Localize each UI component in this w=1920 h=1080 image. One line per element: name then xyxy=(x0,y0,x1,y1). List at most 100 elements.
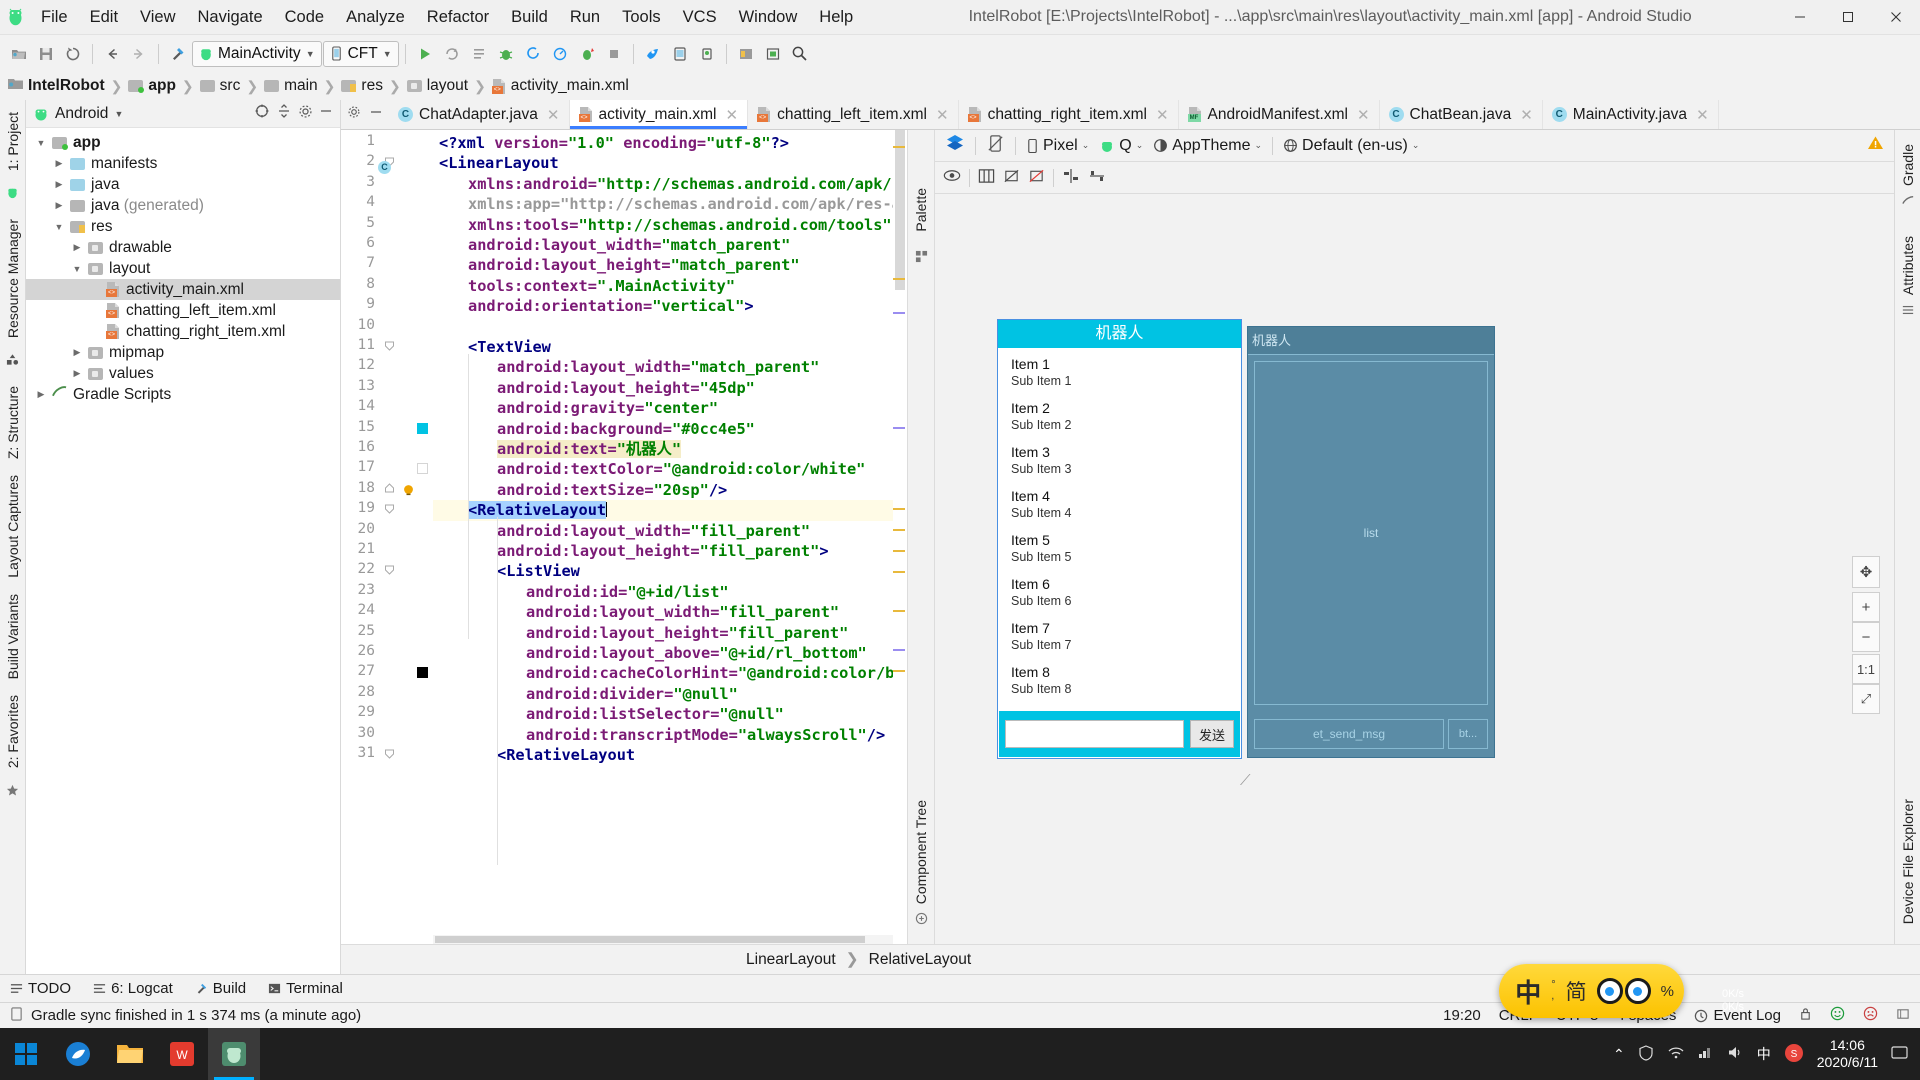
taskbar-file-explorer-icon[interactable] xyxy=(104,1028,156,1080)
preview-list-item[interactable]: Item 6 Sub Item 6 xyxy=(999,569,1240,613)
editor-gutter[interactable]: 1 2 C 3 4 5 6 7 8 9 10 11 12 13 14 15 16 17 18 19 20 21 22 23 24… xyxy=(341,130,433,944)
code-line[interactable]: android:layout_height="fill_parent"> xyxy=(433,541,907,561)
feedback-sad-icon[interactable] xyxy=(1863,1006,1878,1025)
code-line[interactable]: android:layout_width="fill_parent" xyxy=(433,602,907,622)
feedback-happy-icon[interactable] xyxy=(1830,1006,1845,1025)
code-line[interactable]: android:divider="@null" xyxy=(433,684,907,704)
code-line[interactable]: android:background="#0cc4e5" xyxy=(433,419,907,439)
clear-constraints-icon[interactable] xyxy=(1003,168,1020,188)
palette-tab[interactable]: Palette xyxy=(911,180,931,240)
tree-twisty-icon[interactable]: ▼ xyxy=(52,222,66,232)
code-text-area[interactable]: <?xml version="1.0" encoding="utf-8"?> <L… xyxy=(433,130,907,944)
breadcrumb-item-file[interactable]: <> activity_main.xml xyxy=(491,77,629,95)
pan-tool-button[interactable]: ✥ xyxy=(1852,556,1880,588)
breadcrumb-item-main[interactable]: main xyxy=(264,77,318,95)
taskbar-android-studio-icon[interactable] xyxy=(208,1028,260,1080)
close-tab-icon[interactable]: ✕ xyxy=(936,106,949,124)
tree-node-java[interactable]: ▶ java xyxy=(26,174,340,195)
tree-twisty-icon[interactable]: ▶ xyxy=(52,200,66,211)
close-tab-icon[interactable]: ✕ xyxy=(1696,106,1709,124)
color-swatch-white[interactable] xyxy=(417,463,428,475)
design-canvas[interactable]: 机器人 Item 1 Sub Item 1 Item 2 Sub Item 2 Item… xyxy=(935,194,1894,944)
menu-tools[interactable]: Tools xyxy=(611,5,672,30)
breadcrumb-item-project[interactable]: IntelRobot xyxy=(8,77,105,95)
color-swatch-black[interactable] xyxy=(417,667,428,679)
preview-list-item[interactable]: Item 7 Sub Item 7 xyxy=(999,613,1240,657)
close-button[interactable] xyxy=(1872,0,1920,35)
close-tab-icon[interactable]: ✕ xyxy=(1156,106,1169,124)
fold-toggle-icon[interactable] xyxy=(384,503,395,517)
tray-security-icon[interactable] xyxy=(1638,1044,1654,1064)
lock-icon[interactable] xyxy=(1799,1007,1812,1025)
back-icon[interactable] xyxy=(99,41,125,67)
code-line[interactable]: tools:context=".MainActivity" xyxy=(433,276,907,296)
tree-twisty-icon[interactable]: ▶ xyxy=(70,347,84,358)
code-line[interactable]: android:gravity="center" xyxy=(433,398,907,418)
tree-twisty-icon[interactable]: ▼ xyxy=(70,264,84,274)
forward-icon[interactable] xyxy=(126,41,152,67)
action-center-icon[interactable] xyxy=(1891,1045,1908,1064)
tree-node-values[interactable]: ▶ values xyxy=(26,363,340,384)
tool-tab-build-variants[interactable]: Build Variants xyxy=(3,586,23,687)
fold-toggle-icon[interactable] xyxy=(384,748,395,762)
tool-tab-attributes[interactable]: Attributes xyxy=(1898,228,1918,303)
menu-edit[interactable]: Edit xyxy=(79,5,129,30)
code-line[interactable]: android:id="@+id/list" xyxy=(433,582,907,602)
select-opened-file-icon[interactable] xyxy=(254,103,270,124)
run-with-coverage-icon[interactable] xyxy=(574,41,600,67)
code-line[interactable]: android:textSize="20sp"/> xyxy=(433,480,907,500)
close-tab-icon[interactable]: ✕ xyxy=(1520,106,1533,124)
code-line[interactable]: android:orientation="vertical"> xyxy=(433,296,907,316)
tree-node-layout[interactable]: ▼ layout xyxy=(26,258,340,279)
tray-ime-label[interactable]: 中 xyxy=(1757,1044,1771,1064)
editor-tab-chatadapter-java[interactable]: C ChatAdapter.java ✕ xyxy=(389,100,570,129)
code-line[interactable]: android:transcriptMode="alwaysScroll"/> xyxy=(433,725,907,745)
menu-view[interactable]: View xyxy=(129,5,186,30)
preview-list-item[interactable]: Item 8 Sub Item 8 xyxy=(999,657,1240,701)
preview-send-button[interactable]: 发送 xyxy=(1190,720,1234,748)
code-line[interactable] xyxy=(433,317,907,337)
preview-list-item[interactable]: Item 2 Sub Item 2 xyxy=(999,393,1240,437)
preview-list-item[interactable]: Item 4 Sub Item 4 xyxy=(999,481,1240,525)
color-swatch-cyan[interactable] xyxy=(417,422,428,434)
distribute-icon[interactable] xyxy=(1088,168,1106,188)
zoom-fit-button[interactable]: ⤢ xyxy=(1852,684,1880,714)
menu-window[interactable]: Window xyxy=(728,5,809,30)
tree-twisty-icon[interactable]: ▼ xyxy=(34,138,48,148)
tree-node-chatting-right-item-xml[interactable]: <> chatting_right_item.xml xyxy=(26,321,340,342)
attach-debugger-icon[interactable] xyxy=(520,41,546,67)
menu-run[interactable]: Run xyxy=(559,5,611,30)
tray-ime-logo-icon[interactable]: S xyxy=(1784,1043,1804,1066)
project-structure-icon[interactable] xyxy=(733,41,759,67)
tool-tab-device-file-explorer[interactable]: Device File Explorer xyxy=(1898,791,1918,932)
project-view-selector[interactable]: Android ▼ xyxy=(33,105,248,123)
code-line[interactable]: <LinearLayout xyxy=(433,153,907,173)
tree-node-mipmap[interactable]: ▶ mipmap xyxy=(26,342,340,363)
run-button[interactable] xyxy=(412,41,438,67)
stop-icon[interactable] xyxy=(601,41,627,67)
zoom-in-button[interactable]: + xyxy=(1852,592,1880,622)
code-line[interactable]: android:layout_height="45dp" xyxy=(433,378,907,398)
editor-tab-chatting-left-item-xml[interactable]: <> chatting_left_item.xml ✕ xyxy=(748,100,959,129)
tree-node-res[interactable]: ▼ res xyxy=(26,216,340,237)
zoom-out-button[interactable]: − xyxy=(1852,622,1880,652)
tray-expand-icon[interactable]: ⌃ xyxy=(1613,1046,1625,1063)
code-line[interactable]: android:cacheColorHint="@android:color/b… xyxy=(433,663,907,683)
fold-toggle-icon[interactable] xyxy=(384,483,395,497)
taskbar-clock[interactable]: 14:06 2020/6/11 xyxy=(1817,1037,1878,1071)
sync-icon[interactable] xyxy=(60,41,86,67)
menu-navigate[interactable]: Navigate xyxy=(187,5,274,30)
menu-refactor[interactable]: Refactor xyxy=(416,5,500,30)
preview-list-item[interactable]: Item 3 Sub Item 3 xyxy=(999,437,1240,481)
breadcrumb-item-src[interactable]: src xyxy=(199,77,240,95)
menu-code[interactable]: Code xyxy=(274,5,335,30)
breadcrumb-item-app[interactable]: app xyxy=(128,77,176,95)
caret-position[interactable]: 19:20 xyxy=(1443,1007,1481,1024)
tool-tab-resource-manager[interactable]: Resource Manager xyxy=(3,211,23,346)
tree-twisty-icon[interactable]: ▶ xyxy=(34,389,48,400)
settings-gear-icon[interactable] xyxy=(298,104,313,124)
search-icon[interactable] xyxy=(787,41,813,67)
apply-code-changes-icon[interactable] xyxy=(466,41,492,67)
device-selector[interactable]: CFT ▼ xyxy=(322,40,399,67)
editor-tab-androidmanifest-xml[interactable]: MF AndroidManifest.xml ✕ xyxy=(1178,100,1380,129)
